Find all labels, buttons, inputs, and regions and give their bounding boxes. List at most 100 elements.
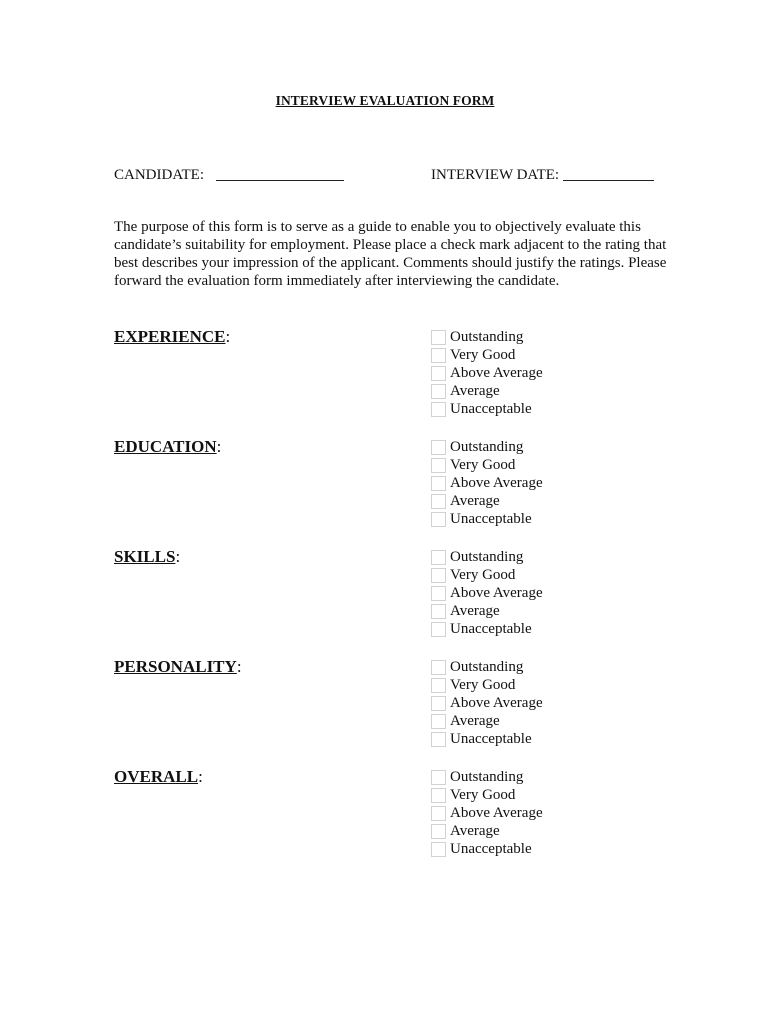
rating-label: Unacceptable — [450, 620, 532, 637]
interview-date-field: INTERVIEW DATE: — [431, 164, 655, 184]
rating-label: Average — [450, 382, 500, 399]
rating-label: Unacceptable — [450, 510, 532, 527]
rating-checkbox[interactable] — [431, 621, 446, 637]
rating-label: Above Average — [450, 364, 543, 381]
rating-option[interactable]: Average — [431, 382, 543, 400]
rating-checkbox[interactable] — [431, 823, 446, 839]
rating-label: Average — [450, 492, 500, 509]
rating-option[interactable]: Very Good — [431, 676, 543, 694]
rating-option[interactable]: Average — [431, 602, 543, 620]
rating-checkbox[interactable] — [431, 475, 446, 491]
interview-date-input[interactable] — [563, 166, 655, 181]
rating-label: Unacceptable — [450, 840, 532, 857]
rating-option[interactable]: Unacceptable — [431, 400, 543, 418]
section-heading: EXPERIENCE: — [114, 327, 230, 347]
rating-checkbox[interactable] — [431, 401, 446, 417]
intro-paragraph: The purpose of this form is to serve as … — [114, 219, 667, 289]
rating-options: Outstanding Very Good Above Average Average… — [431, 438, 543, 528]
rating-checkbox[interactable] — [431, 805, 446, 821]
rating-checkbox[interactable] — [431, 603, 446, 619]
rating-label: Above Average — [450, 474, 543, 491]
rating-checkbox[interactable] — [431, 383, 446, 399]
rating-option[interactable]: Unacceptable — [431, 510, 543, 528]
rating-checkbox[interactable] — [431, 457, 446, 473]
section-heading: PERSONALITY: — [114, 657, 242, 677]
rating-checkbox[interactable] — [431, 567, 446, 583]
rating-option[interactable]: Above Average — [431, 584, 543, 602]
section-name: SKILLS — [114, 547, 176, 566]
section-colon: : — [216, 437, 222, 456]
rating-label: Above Average — [450, 694, 543, 711]
rating-option[interactable]: Above Average — [431, 364, 543, 382]
rating-option[interactable]: Very Good — [431, 786, 543, 804]
rating-checkbox[interactable] — [431, 549, 446, 565]
rating-option[interactable]: Very Good — [431, 346, 543, 364]
rating-label: Outstanding — [450, 328, 524, 345]
section-heading: OVERALL: — [114, 767, 203, 787]
rating-checkbox[interactable] — [431, 677, 446, 693]
rating-checkbox[interactable] — [431, 329, 446, 345]
rating-option[interactable]: Very Good — [431, 456, 543, 474]
rating-option[interactable]: Above Average — [431, 804, 543, 822]
section-colon: : — [236, 657, 242, 676]
rating-option[interactable]: Very Good — [431, 566, 543, 584]
rating-label: Average — [450, 712, 500, 729]
rating-checkbox[interactable] — [431, 841, 446, 857]
rating-option[interactable]: Unacceptable — [431, 620, 543, 638]
candidate-field: CANDIDATE: — [114, 164, 344, 184]
rating-label: Average — [450, 602, 500, 619]
rating-option[interactable]: Average — [431, 492, 543, 510]
section-heading: SKILLS: — [114, 547, 180, 567]
rating-checkbox[interactable] — [431, 659, 446, 675]
section-colon: : — [225, 327, 231, 346]
rating-checkbox[interactable] — [431, 769, 446, 785]
rating-options: Outstanding Very Good Above Average Average… — [431, 548, 543, 638]
rating-checkbox[interactable] — [431, 731, 446, 747]
rating-label: Very Good — [450, 456, 516, 473]
section-heading: EDUCATION: — [114, 437, 221, 457]
rating-option[interactable]: Above Average — [431, 474, 543, 492]
section-name: EDUCATION — [114, 437, 217, 456]
section-name: EXPERIENCE — [114, 327, 226, 346]
rating-checkbox[interactable] — [431, 439, 446, 455]
candidate-input[interactable] — [216, 166, 344, 181]
rating-label: Outstanding — [450, 548, 524, 565]
rating-checkbox[interactable] — [431, 347, 446, 363]
section-name: OVERALL — [114, 767, 199, 786]
rating-options: Outstanding Very Good Above Average Average… — [431, 328, 543, 418]
rating-options: Outstanding Very Good Above Average Average… — [431, 768, 543, 858]
rating-checkbox[interactable] — [431, 365, 446, 381]
rating-checkbox[interactable] — [431, 787, 446, 803]
rating-label: Unacceptable — [450, 400, 532, 417]
section-name: PERSONALITY — [114, 657, 237, 676]
rating-label: Outstanding — [450, 658, 524, 675]
rating-label: Outstanding — [450, 438, 524, 455]
rating-label: Above Average — [450, 584, 543, 601]
section-colon: : — [198, 767, 203, 786]
candidate-label: CANDIDATE: — [114, 167, 204, 183]
rating-option[interactable]: Unacceptable — [431, 730, 543, 748]
rating-label: Average — [450, 822, 500, 839]
rating-checkbox[interactable] — [431, 511, 446, 527]
rating-option[interactable]: Average — [431, 822, 543, 840]
rating-checkbox[interactable] — [431, 695, 446, 711]
rating-option[interactable]: Outstanding — [431, 438, 543, 456]
rating-option[interactable]: Average — [431, 712, 543, 730]
rating-label: Very Good — [450, 566, 516, 583]
rating-checkbox[interactable] — [431, 493, 446, 509]
section-colon: : — [175, 547, 181, 566]
rating-label: Very Good — [450, 786, 516, 803]
form-title: INTERVIEW EVALUATION FORM — [275, 93, 495, 108]
interview-date-label: INTERVIEW DATE: — [431, 167, 560, 183]
rating-option[interactable]: Outstanding — [431, 548, 543, 566]
rating-options: Outstanding Very Good Above Average Average… — [431, 658, 543, 748]
rating-option[interactable]: Unacceptable — [431, 840, 543, 858]
rating-option[interactable]: Above Average — [431, 694, 543, 712]
rating-label: Outstanding — [450, 768, 524, 785]
rating-checkbox[interactable] — [431, 713, 446, 729]
rating-label: Very Good — [450, 676, 516, 693]
rating-option[interactable]: Outstanding — [431, 658, 543, 676]
rating-checkbox[interactable] — [431, 585, 446, 601]
rating-option[interactable]: Outstanding — [431, 328, 543, 346]
rating-option[interactable]: Outstanding — [431, 768, 543, 786]
